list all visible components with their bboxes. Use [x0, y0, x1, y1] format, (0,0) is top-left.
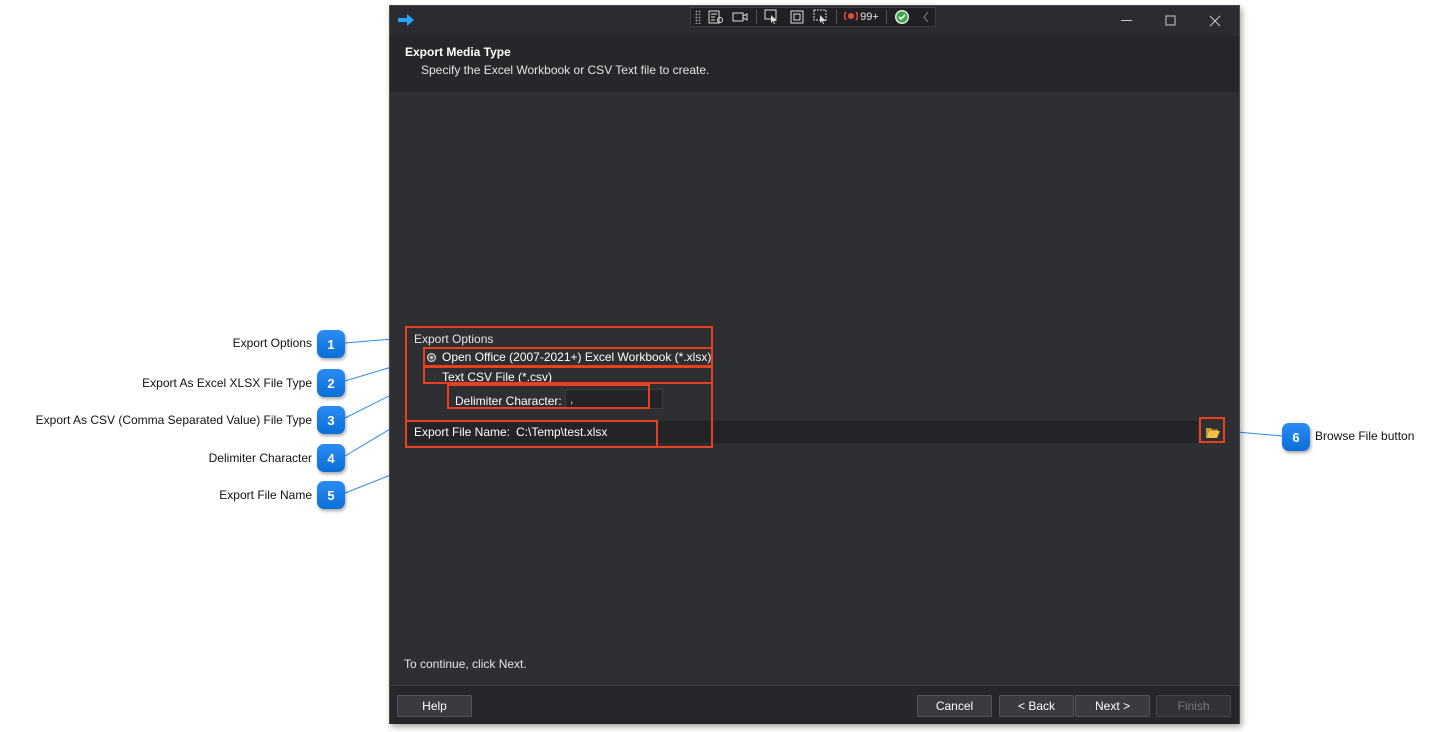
grip-icon[interactable]	[695, 10, 701, 24]
maximize-button[interactable]	[1160, 12, 1182, 30]
minimize-button[interactable]	[1116, 12, 1138, 30]
select-pointer-icon[interactable]	[764, 9, 781, 25]
callout-badge-1: 1	[317, 330, 345, 358]
wizard-header: Export Media Type Specify the Excel Work…	[390, 36, 1239, 92]
close-button[interactable]	[1204, 12, 1226, 30]
callout-label-6: Browse File button	[1315, 429, 1415, 443]
notification-counter[interactable]: 99+	[843, 10, 879, 25]
video-camera-icon[interactable]	[732, 9, 749, 25]
back-button[interactable]: < Back	[999, 695, 1074, 717]
wizard-footer: Help Cancel < Back Next > Finish	[390, 685, 1239, 724]
callout-badge-6: 6	[1282, 423, 1310, 451]
callout-label-5: Export File Name	[219, 488, 312, 502]
cancel-button[interactable]: Cancel	[917, 695, 992, 717]
alert-signal-icon	[843, 10, 859, 25]
page-subtitle: Specify the Excel Workbook or CSV Text f…	[421, 63, 710, 77]
highlight-delimiter	[447, 384, 650, 409]
floating-toolbar: 99+	[690, 7, 936, 27]
callout-label-4: Delimiter Character	[208, 451, 312, 465]
callout-badge-2: 2	[317, 369, 345, 397]
toolbar-separator	[885, 10, 887, 24]
callout-badge-5: 5	[317, 481, 345, 509]
callout-label-1: Export Options	[232, 336, 312, 350]
callout-badge-4: 4	[317, 444, 345, 472]
chevron-left-icon[interactable]	[918, 9, 935, 25]
finish-button[interactable]: Finish	[1156, 695, 1231, 717]
arrow-right-icon	[398, 14, 414, 29]
callout-label-2: Export As Excel XLSX File Type	[142, 376, 312, 390]
next-button[interactable]: Next >	[1075, 695, 1150, 717]
highlight-xlsx-option	[423, 347, 713, 367]
callout-badge-3: 3	[317, 406, 345, 434]
check-circle-icon[interactable]	[894, 9, 911, 25]
region-pointer-icon[interactable]	[812, 9, 829, 25]
help-button[interactable]: Help	[397, 695, 472, 717]
toolbar-separator	[836, 10, 838, 24]
page-title: Export Media Type	[405, 45, 511, 59]
highlight-csv-option	[423, 366, 713, 384]
highlight-file-name	[405, 420, 658, 448]
title-bar: 99+	[390, 6, 1239, 36]
properties-icon[interactable]	[708, 9, 725, 25]
toolbar-separator	[755, 10, 757, 24]
frame-icon[interactable]	[788, 9, 805, 25]
continue-hint: To continue, click Next.	[404, 657, 527, 671]
callout-label-3: Export As CSV (Comma Separated Value) Fi…	[35, 413, 312, 427]
highlight-browse	[1199, 417, 1225, 443]
